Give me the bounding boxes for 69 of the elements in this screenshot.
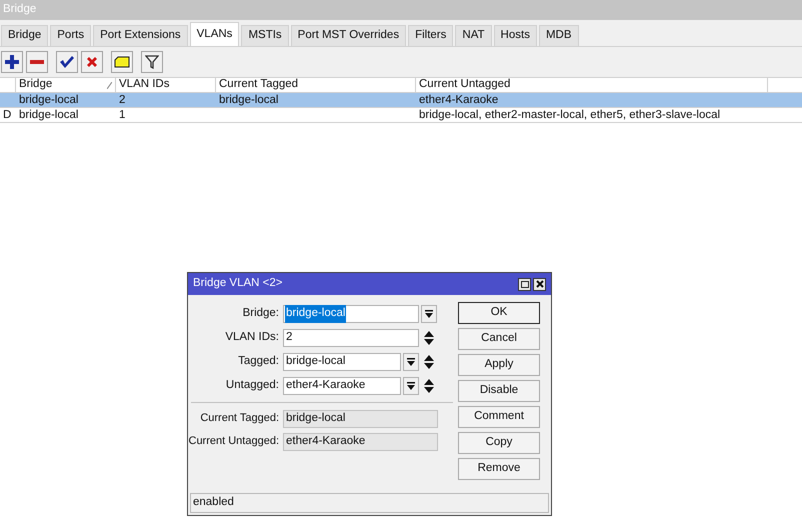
up-down-arrows-icon[interactable] <box>424 355 434 369</box>
filter-button[interactable] <box>141 51 163 73</box>
readonly-field: ether4-Karaoke <box>283 432 438 450</box>
input-field[interactable]: bridge-local <box>283 305 419 323</box>
input-field[interactable]: ether4-Karaoke <box>283 377 401 395</box>
tab[interactable]: Bridge <box>1 25 48 46</box>
plus-icon <box>5 55 19 69</box>
column-header[interactable]: Bridge <box>16 78 116 92</box>
tab[interactable]: Ports <box>50 25 92 46</box>
cell-text: bridge-local <box>19 94 78 106</box>
disable-button[interactable] <box>81 51 103 73</box>
tab[interactable]: Port Extensions <box>93 25 188 46</box>
note-icon <box>114 56 130 68</box>
x-icon <box>86 56 98 68</box>
dialog-button[interactable]: Disable <box>458 380 540 402</box>
cell-text: bridge-local <box>19 109 78 121</box>
dropdown-button[interactable] <box>403 353 419 371</box>
caret-icon <box>407 358 415 366</box>
field-label: VLAN IDs: <box>224 330 280 346</box>
tab[interactable]: Hosts <box>494 25 537 46</box>
add-button[interactable] <box>1 51 23 73</box>
window-title: Bridge <box>3 2 36 18</box>
tab[interactable]: MDB <box>538 25 579 46</box>
remove-button[interactable] <box>26 51 48 73</box>
cell-text: bridge-local, ether2-master-local, ether5, ether3-slave-local <box>419 109 720 121</box>
minus-icon <box>30 60 44 64</box>
cell-text: ether4-Karaoke <box>419 94 498 106</box>
cell-text: 1 <box>119 109 126 121</box>
table-row[interactable]: bridge-local 2 bridge-local ether4-Karaoke <box>0 93 802 108</box>
tab[interactable]: NAT <box>455 25 492 46</box>
tab[interactable]: Filters <box>408 25 454 46</box>
dropdown-button[interactable] <box>421 305 437 323</box>
dialog-button[interactable]: Remove <box>458 458 540 480</box>
row-status-label: D <box>3 109 12 121</box>
tab[interactable]: MSTIs <box>241 25 289 46</box>
field-label: Untagged: <box>224 378 280 394</box>
dialog-button[interactable]: Comment <box>458 406 540 428</box>
dialog-button[interactable]: OK <box>458 302 540 324</box>
cell-text: bridge-local <box>219 94 278 106</box>
tab[interactable]: Port MST Overrides <box>290 25 406 46</box>
maximize-button[interactable] <box>518 278 531 290</box>
column-header[interactable]: Current Tagged <box>216 78 416 92</box>
input-field[interactable]: 2 <box>283 329 419 347</box>
dialog-button[interactable]: Copy <box>458 432 540 454</box>
up-down-arrows-icon[interactable] <box>424 379 434 393</box>
field-label: Current Tagged: <box>199 411 280 426</box>
tab[interactable]: VLANs <box>190 22 240 46</box>
caret-icon <box>425 310 433 318</box>
column-header[interactable]: Current Untagged <box>416 78 768 92</box>
comment-button[interactable] <box>111 51 133 73</box>
up-down-arrows-icon[interactable] <box>424 331 434 345</box>
field-label: Bridge: <box>242 306 280 322</box>
caret-icon <box>407 382 415 390</box>
readonly-field: bridge-local <box>283 410 438 428</box>
enable-button[interactable] <box>56 51 78 73</box>
column-header[interactable]: VLAN IDs <box>116 78 216 92</box>
dialog-button[interactable]: Apply <box>458 354 540 376</box>
field-label: Tagged: <box>237 354 280 370</box>
dialog-button[interactable]: Cancel <box>458 328 540 350</box>
dialog-title: Bridge VLAN <2> <box>193 276 283 292</box>
dropdown-button[interactable] <box>403 377 419 395</box>
filter-icon <box>145 55 159 69</box>
cell-text: 2 <box>119 94 126 106</box>
close-button[interactable] <box>533 278 546 290</box>
table-row[interactable]: D bridge-local 1 bridge-local, ether2-master-local, ether5, ether3-slave-local <box>0 108 802 123</box>
checkmark-icon <box>60 56 74 68</box>
status-text: enabled <box>193 495 234 510</box>
input-field[interactable]: bridge-local <box>283 353 401 371</box>
field-label: Current Untagged: <box>188 434 280 450</box>
